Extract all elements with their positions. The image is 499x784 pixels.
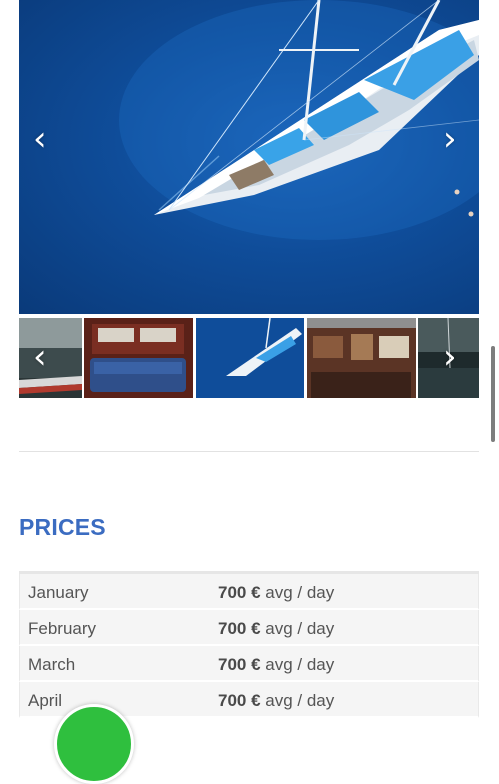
price-month: March bbox=[28, 655, 76, 674]
chat-button[interactable] bbox=[54, 704, 134, 784]
price-value: 700 € avg / day bbox=[218, 619, 334, 639]
aerial-yacht-thumb-photo bbox=[196, 318, 304, 398]
thumbnail-prev-arrow[interactable]: ‹ bbox=[33, 340, 47, 374]
price-row-january: January 700 € avg / day bbox=[19, 574, 479, 610]
price-month: February bbox=[28, 619, 97, 638]
thumbnail-saloon[interactable] bbox=[307, 318, 416, 398]
thumbnail-strip: ‹ › bbox=[19, 318, 479, 398]
price-month: April bbox=[28, 691, 63, 710]
page-scrollbar[interactable] bbox=[491, 346, 495, 442]
cabin-interior-photo bbox=[84, 318, 193, 398]
section-divider bbox=[19, 451, 479, 452]
price-value: 700 € avg / day bbox=[218, 583, 334, 603]
harbor-photo bbox=[19, 318, 82, 398]
thumbnail-cabin-interior[interactable] bbox=[84, 318, 193, 398]
price-row-february: February 700 € avg / day bbox=[19, 610, 479, 646]
price-value: 700 € avg / day bbox=[218, 691, 334, 711]
price-month: January bbox=[28, 583, 89, 602]
price-unit: avg / day bbox=[260, 619, 335, 638]
prices-heading: PRICES bbox=[19, 514, 106, 540]
thumbnail-harbor[interactable] bbox=[19, 318, 82, 398]
price-unit: avg / day bbox=[260, 691, 335, 710]
price-row-march: March 700 € avg / day bbox=[19, 646, 479, 682]
thumbnail-next-arrow[interactable]: › bbox=[443, 340, 457, 374]
price-amount: 700 € bbox=[218, 655, 261, 674]
price-unit: avg / day bbox=[260, 583, 335, 602]
saloon-photo bbox=[307, 318, 416, 398]
price-amount: 700 € bbox=[218, 691, 261, 710]
price-amount: 700 € bbox=[218, 583, 261, 602]
price-unit: avg / day bbox=[260, 655, 335, 674]
gallery-next-arrow[interactable]: › bbox=[443, 122, 457, 156]
price-value: 700 € avg / day bbox=[218, 655, 334, 675]
gallery-prev-arrow[interactable]: ‹ bbox=[33, 122, 47, 156]
thumbnail-aerial-yacht[interactable] bbox=[196, 318, 304, 398]
price-amount: 700 € bbox=[218, 619, 261, 638]
aerial-yacht-photo bbox=[119, 0, 479, 240]
prices-table: January 700 € avg / day February 700 € a… bbox=[19, 571, 479, 718]
main-gallery-image[interactable]: ‹ › bbox=[19, 0, 479, 314]
